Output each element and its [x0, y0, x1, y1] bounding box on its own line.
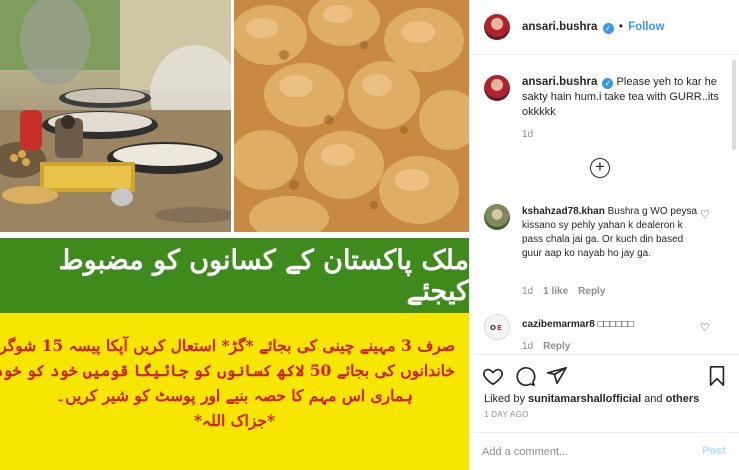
banner-line: خاندانوں کی بجائے 50 لاکھ کسانوں کو جائی… [0, 361, 455, 380]
liked-by-others[interactable]: others [666, 393, 700, 405]
svg-text:E: E [497, 324, 502, 332]
caption-username[interactable]: ansari.bushra [522, 76, 597, 88]
share-icon[interactable] [546, 365, 568, 387]
heart-icon[interactable]: ♡ [700, 323, 710, 334]
comment-text: □□□□□□ [597, 319, 634, 330]
banner-line: صرف 3 مہینے چینی کی بجائے *گڑ* استعال کر… [0, 336, 455, 355]
banner-message: صرف 3 مہینے چینی کی بجائے *گڑ* استعال کر… [0, 313, 469, 470]
comment-username[interactable]: cazibemarmar8 [522, 319, 595, 330]
post-side-panel: ansari.bushra ✓ • Follow ansari.bushra ✓… [469, 0, 739, 470]
liked-by-suffix: and [641, 393, 666, 405]
caption-time[interactable]: 1d [522, 129, 533, 140]
plus-circle-icon[interactable]: + [590, 158, 610, 178]
reply-button[interactable]: Reply [578, 286, 605, 297]
verified-badge-icon: ✓ [602, 23, 614, 34]
banner-title-text: ملک پاکستان کے کسانوں کو مضبوط کیجئے [58, 244, 469, 307]
comment-time[interactable]: 1d [522, 286, 533, 297]
comment-input[interactable] [482, 443, 682, 461]
comment-likes[interactable]: 1 like [543, 286, 568, 297]
avatar[interactable] [484, 75, 510, 101]
heart-icon[interactable]: ♡ [700, 210, 710, 221]
photo-gur-pieces [234, 0, 469, 232]
reply-button[interactable]: Reply [543, 341, 570, 352]
post-image[interactable]: ملک پاکستان کے کسانوں کو مضبوط کیجئے صرف… [0, 0, 469, 470]
comment-icon[interactable] [514, 365, 536, 387]
post-actions: Liked by sunitamarshallofficial and othe… [470, 354, 739, 440]
post-button[interactable]: Post [702, 445, 726, 457]
liked-by-user[interactable]: sunitamarshallofficial [528, 393, 641, 405]
heart-icon[interactable] [482, 365, 504, 387]
banner-line: ہماری اس مہم کا حصہ بنیے اور پوسٹ کو شیر… [56, 386, 413, 405]
verified-badge-icon: ✓ [602, 78, 614, 89]
bookmark-icon[interactable] [706, 365, 728, 387]
separator-dot: • [618, 21, 623, 33]
author-username[interactable]: ansari.bushra [522, 21, 597, 33]
banner-title: ملک پاکستان کے کسانوں کو مضبوط کیجئے [0, 238, 469, 313]
photo-gur-making [0, 0, 231, 232]
liked-by-prefix: Liked by [484, 393, 529, 405]
svg-text:O: O [490, 324, 496, 332]
follow-button[interactable]: Follow [628, 21, 664, 33]
comments-scrollbar[interactable] [732, 60, 736, 150]
comment-username[interactable]: kshahzad78.khan [522, 206, 605, 217]
likes-summary: Liked by sunitamarshallofficial and othe… [484, 393, 699, 405]
comment-time[interactable]: 1d [522, 341, 533, 352]
post-header: ansari.bushra ✓ • Follow [470, 0, 739, 55]
post-date[interactable]: 1 DAY AGO [484, 410, 529, 419]
avatar[interactable] [484, 14, 510, 40]
avatar[interactable]: OE [484, 314, 510, 340]
comment-composer: Post [470, 432, 739, 470]
banner-line: *جزاک اللہ* [193, 411, 276, 430]
avatar[interactable] [484, 204, 510, 230]
